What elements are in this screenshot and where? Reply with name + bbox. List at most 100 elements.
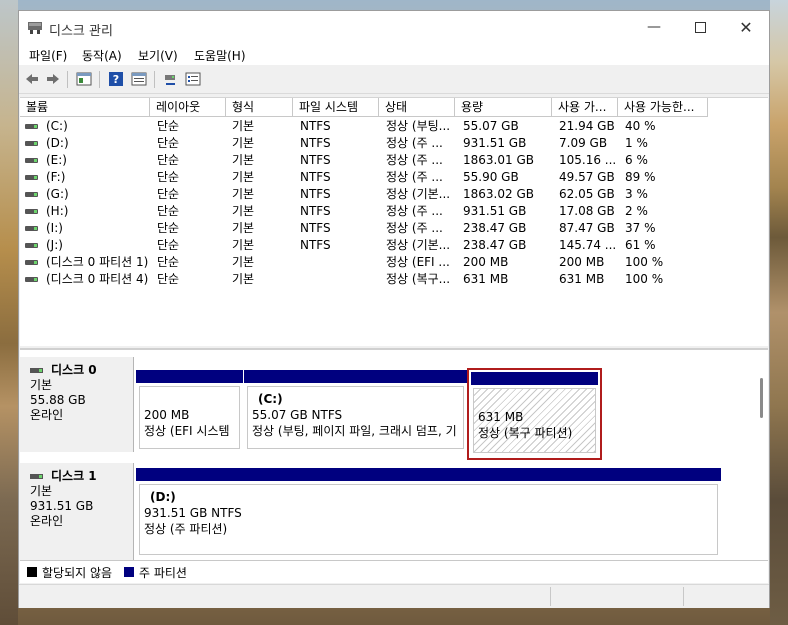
column-header-status[interactable]: 상태 (379, 98, 455, 117)
maximize-button[interactable] (677, 11, 723, 44)
cell-name: (H:) (46, 204, 69, 218)
table-row[interactable]: (J:) 단순 기본 NTFS 정상 (기본... 238.47 GB 145.74 ...… (20, 237, 768, 254)
cell-cap: 55.90 GB (463, 170, 519, 184)
cell-status: 정상 (주 ... (386, 221, 443, 235)
menu-file[interactable]: 파일(F) (29, 47, 67, 64)
cell-type: 기본 (232, 255, 255, 269)
partition-info: (C:) 55.07 GB NTFS 정상 (부팅, 페이지 파일, 크래시 덤… (247, 386, 464, 449)
menu-view[interactable]: 보기(V) (138, 47, 178, 64)
menu-bar: 파일(F) 동작(A) 보기(V) 도움말(H) (19, 44, 769, 65)
status-bar (19, 584, 769, 608)
cell-type: 기본 (232, 221, 255, 235)
column-header-volume[interactable]: 볼륨 (20, 98, 150, 117)
cell-free: 145.74 ... (559, 238, 617, 252)
table-row[interactable]: (H:) 단순 기본 NTFS 정상 (주 ... 931.51 GB 17.08 GB 2 … (20, 203, 768, 220)
column-header-filesystem[interactable]: 파일 시스템 (293, 98, 379, 117)
cell-free: 7.09 GB (559, 136, 608, 150)
back-icon[interactable] (24, 71, 40, 87)
disk-icon (30, 368, 43, 373)
help-icon[interactable]: ? (108, 71, 124, 87)
show-hide-tree-icon[interactable] (76, 71, 92, 87)
disk-1-size: 931.51 GB (30, 499, 94, 513)
toolbar-separator (67, 71, 68, 88)
cell-fs: NTFS (300, 187, 331, 201)
table-row[interactable]: (C:) 단순 기본 NTFS 정상 (부팅... 55.07 GB 21.94 GB 40 … (20, 118, 768, 135)
vertical-scrollbar-thumb[interactable] (760, 378, 763, 418)
table-row[interactable]: (D:) 단순 기본 NTFS 정상 (주 ... 931.51 GB 7.09 GB 1 % (20, 135, 768, 152)
menu-action[interactable]: 동작(A) (82, 47, 122, 64)
cell-free: 200 MB (559, 255, 605, 269)
partition-recovery-selected[interactable]: 631 MB 정상 (복구 파티션) (467, 368, 602, 460)
window-title: 디스크 관리 (49, 24, 113, 39)
properties-icon[interactable] (131, 71, 147, 87)
table-row[interactable]: (F:) 단순 기본 NTFS 정상 (주 ... 55.90 GB 49.57 GB 89 … (20, 169, 768, 186)
cell-pct: 61 % (625, 238, 656, 252)
table-row[interactable]: (E:) 단순 기본 NTFS 정상 (주 ... 1863.01 GB 105.16 ..… (20, 152, 768, 169)
toolbar-separator (99, 71, 100, 88)
connect-icon[interactable] (163, 71, 179, 87)
cell-pct: 40 % (625, 119, 656, 133)
cell-fs: NTFS (300, 204, 331, 218)
cell-cap: 1863.01 GB (463, 153, 534, 167)
close-button[interactable]: ✕ (723, 11, 769, 44)
minimize-icon: — (647, 19, 661, 35)
table-row[interactable]: (G:) 단순 기본 NTFS 정상 (기본... 1863.02 GB 62.05 GB 3… (20, 186, 768, 203)
partition-info: (D:) 931.51 GB NTFS 정상 (주 파티션) (139, 484, 718, 555)
partition-efi[interactable]: 200 MB 정상 (EFI 시스템 (136, 370, 243, 452)
volume-icon (25, 124, 38, 129)
partition-c[interactable]: (C:) 55.07 GB NTFS 정상 (부팅, 페이지 파일, 크래시 덤… (244, 370, 467, 452)
cell-free: 17.08 GB (559, 204, 615, 218)
volume-list[interactable]: 볼륨 레이아웃 형식 파일 시스템 상태 용량 사용 가... 사용 가능한..… (20, 97, 768, 346)
unallocated-swatch (27, 567, 37, 577)
forward-icon[interactable] (45, 71, 61, 87)
cell-free: 105.16 ... (559, 153, 617, 167)
disk-management-app-icon (28, 22, 42, 34)
cell-free: 21.94 GB (559, 119, 615, 133)
disk-1-label[interactable]: 디스크 1 기본 931.51 GB 온라인 (20, 463, 134, 561)
cell-layout: 단순 (157, 221, 180, 235)
disk-1-type: 기본 (30, 484, 53, 498)
partition-bar (136, 370, 243, 383)
column-header-capacity[interactable]: 용량 (455, 98, 552, 117)
table-row[interactable]: (디스크 0 파티션 4) 단순 기본 정상 (복구... 631 MB 631 MB 10… (20, 271, 768, 288)
disk-0-label[interactable]: 디스크 0 기본 55.88 GB 온라인 (20, 357, 134, 452)
settings-icon[interactable] (185, 71, 201, 87)
column-header-type[interactable]: 형식 (226, 98, 293, 117)
partition-bar (244, 370, 467, 383)
column-header-percent-free[interactable]: 사용 가능한... (618, 98, 708, 117)
cell-cap: 931.51 GB (463, 136, 527, 150)
column-header-layout[interactable]: 레이아웃 (150, 98, 226, 117)
cell-pct: 3 % (625, 187, 648, 201)
disk-0-title: 디스크 0 (30, 363, 133, 378)
column-header-free-space[interactable]: 사용 가... (552, 98, 618, 117)
partition-info: 631 MB 정상 (복구 파티션) (473, 388, 596, 453)
cell-cap: 55.07 GB (463, 119, 519, 133)
close-icon: ✕ (739, 18, 753, 37)
status-divider (683, 587, 684, 606)
cell-layout: 단순 (157, 272, 180, 286)
cell-pct: 6 % (625, 153, 648, 167)
table-row[interactable]: (디스크 0 파티션 1) 단순 기본 정상 (EFI ... 200 MB 200 MB… (20, 254, 768, 271)
partition-info: 200 MB 정상 (EFI 시스템 (139, 386, 240, 449)
cell-name: (C:) (46, 119, 68, 133)
title-bar[interactable]: 디스크 관리 — ✕ (19, 11, 769, 44)
cell-type: 기본 (232, 136, 255, 150)
disk-graphical-view: 디스크 0 기본 55.88 GB 온라인 200 MB 정상 (EFI 시스템… (20, 348, 768, 561)
disk-0-size: 55.88 GB (30, 393, 86, 407)
cell-fs: NTFS (300, 119, 331, 133)
volume-icon (25, 175, 38, 180)
menu-help[interactable]: 도움말(H) (194, 47, 246, 64)
cell-fs: NTFS (300, 153, 331, 167)
table-row[interactable]: (I:) 단순 기본 NTFS 정상 (주 ... 238.47 GB 87.47 GB 37… (20, 220, 768, 237)
disk-1-title: 디스크 1 (30, 469, 133, 484)
legend-unallocated: 할당되지 않음 (42, 566, 113, 580)
cell-fs: NTFS (300, 221, 331, 235)
cell-layout: 단순 (157, 255, 180, 269)
minimize-button[interactable]: — (631, 11, 677, 44)
cell-layout: 단순 (157, 119, 180, 133)
cell-pct: 100 % (625, 272, 664, 286)
cell-status: 정상 (주 ... (386, 136, 443, 150)
svg-text:?: ? (113, 73, 119, 86)
partition-d[interactable]: (D:) 931.51 GB NTFS 정상 (주 파티션) (136, 468, 721, 558)
cell-status: 정상 (EFI ... (386, 255, 450, 269)
